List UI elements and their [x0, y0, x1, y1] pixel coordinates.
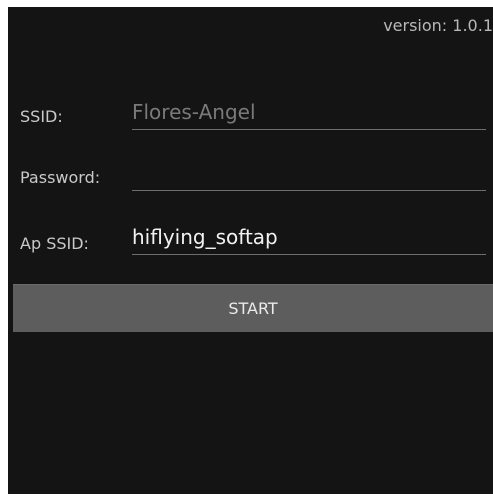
- ap-ssid-row: Ap SSID: hiflying_softap: [8, 214, 493, 264]
- ap-ssid-input[interactable]: hiflying_softap: [132, 218, 486, 255]
- version-label: version: 1.0.1: [383, 16, 493, 35]
- ssid-label: SSID:: [20, 107, 63, 126]
- password-label: Password:: [20, 168, 101, 187]
- ssid-placeholder: Flores-Angel: [132, 100, 256, 124]
- start-button[interactable]: START: [13, 284, 493, 332]
- ssid-input[interactable]: Flores-Angel: [132, 93, 486, 130]
- password-row: Password:: [8, 152, 493, 202]
- ap-ssid-label: Ap SSID:: [20, 234, 89, 253]
- ap-ssid-value: hiflying_softap: [132, 225, 278, 249]
- app-screen: version: 1.0.1 SSID: Flores-Angel Passwo…: [8, 7, 493, 494]
- password-input[interactable]: [132, 154, 486, 191]
- ssid-row: SSID: Flores-Angel: [8, 91, 493, 141]
